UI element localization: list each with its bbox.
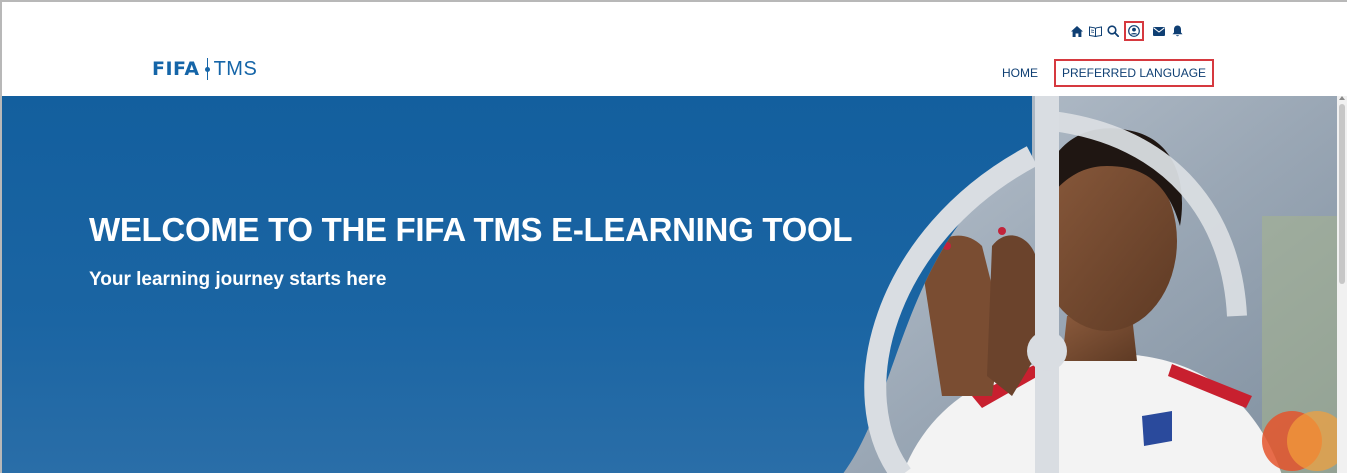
main-navigation: HOME PREFERRED LANGUAGE [1002, 59, 1215, 87]
logo-product: TMS [213, 57, 258, 80]
hero-subtitle: Your learning journey starts here [89, 269, 387, 290]
hero-title: WELCOME TO THE FIFA TMS E-LEARNING TOOL [89, 211, 853, 248]
user-icon[interactable] [1124, 21, 1144, 41]
bell-icon[interactable] [1168, 21, 1186, 41]
hero-player-photo [842, 96, 1337, 473]
envelope-icon[interactable] [1150, 21, 1168, 41]
logo-brand: FIFA [152, 58, 200, 80]
nav-home-link[interactable]: HOME [1002, 66, 1038, 80]
search-icon[interactable] [1104, 21, 1122, 41]
browser-viewport: FIFA TMS HOME PREFERRED LANGUAGE WELCOME… [0, 0, 1347, 473]
nav-preferred-language-link[interactable]: PREFERRED LANGUAGE [1054, 59, 1215, 87]
home-icon[interactable] [1068, 21, 1086, 41]
site-header: FIFA TMS HOME PREFERRED LANGUAGE [2, 2, 1347, 96]
scroll-up-arrow-icon[interactable] [1339, 96, 1345, 100]
book-icon[interactable] [1086, 21, 1104, 41]
fifa-tms-logo[interactable]: FIFA TMS [152, 55, 257, 83]
scrollbar-thumb[interactable] [1339, 104, 1345, 284]
logo-divider [204, 58, 210, 80]
utility-icon-bar [1068, 20, 1186, 42]
page-scrollbar[interactable] [1337, 96, 1347, 473]
hero-banner: WELCOME TO THE FIFA TMS E-LEARNING TOOL … [2, 96, 1337, 473]
